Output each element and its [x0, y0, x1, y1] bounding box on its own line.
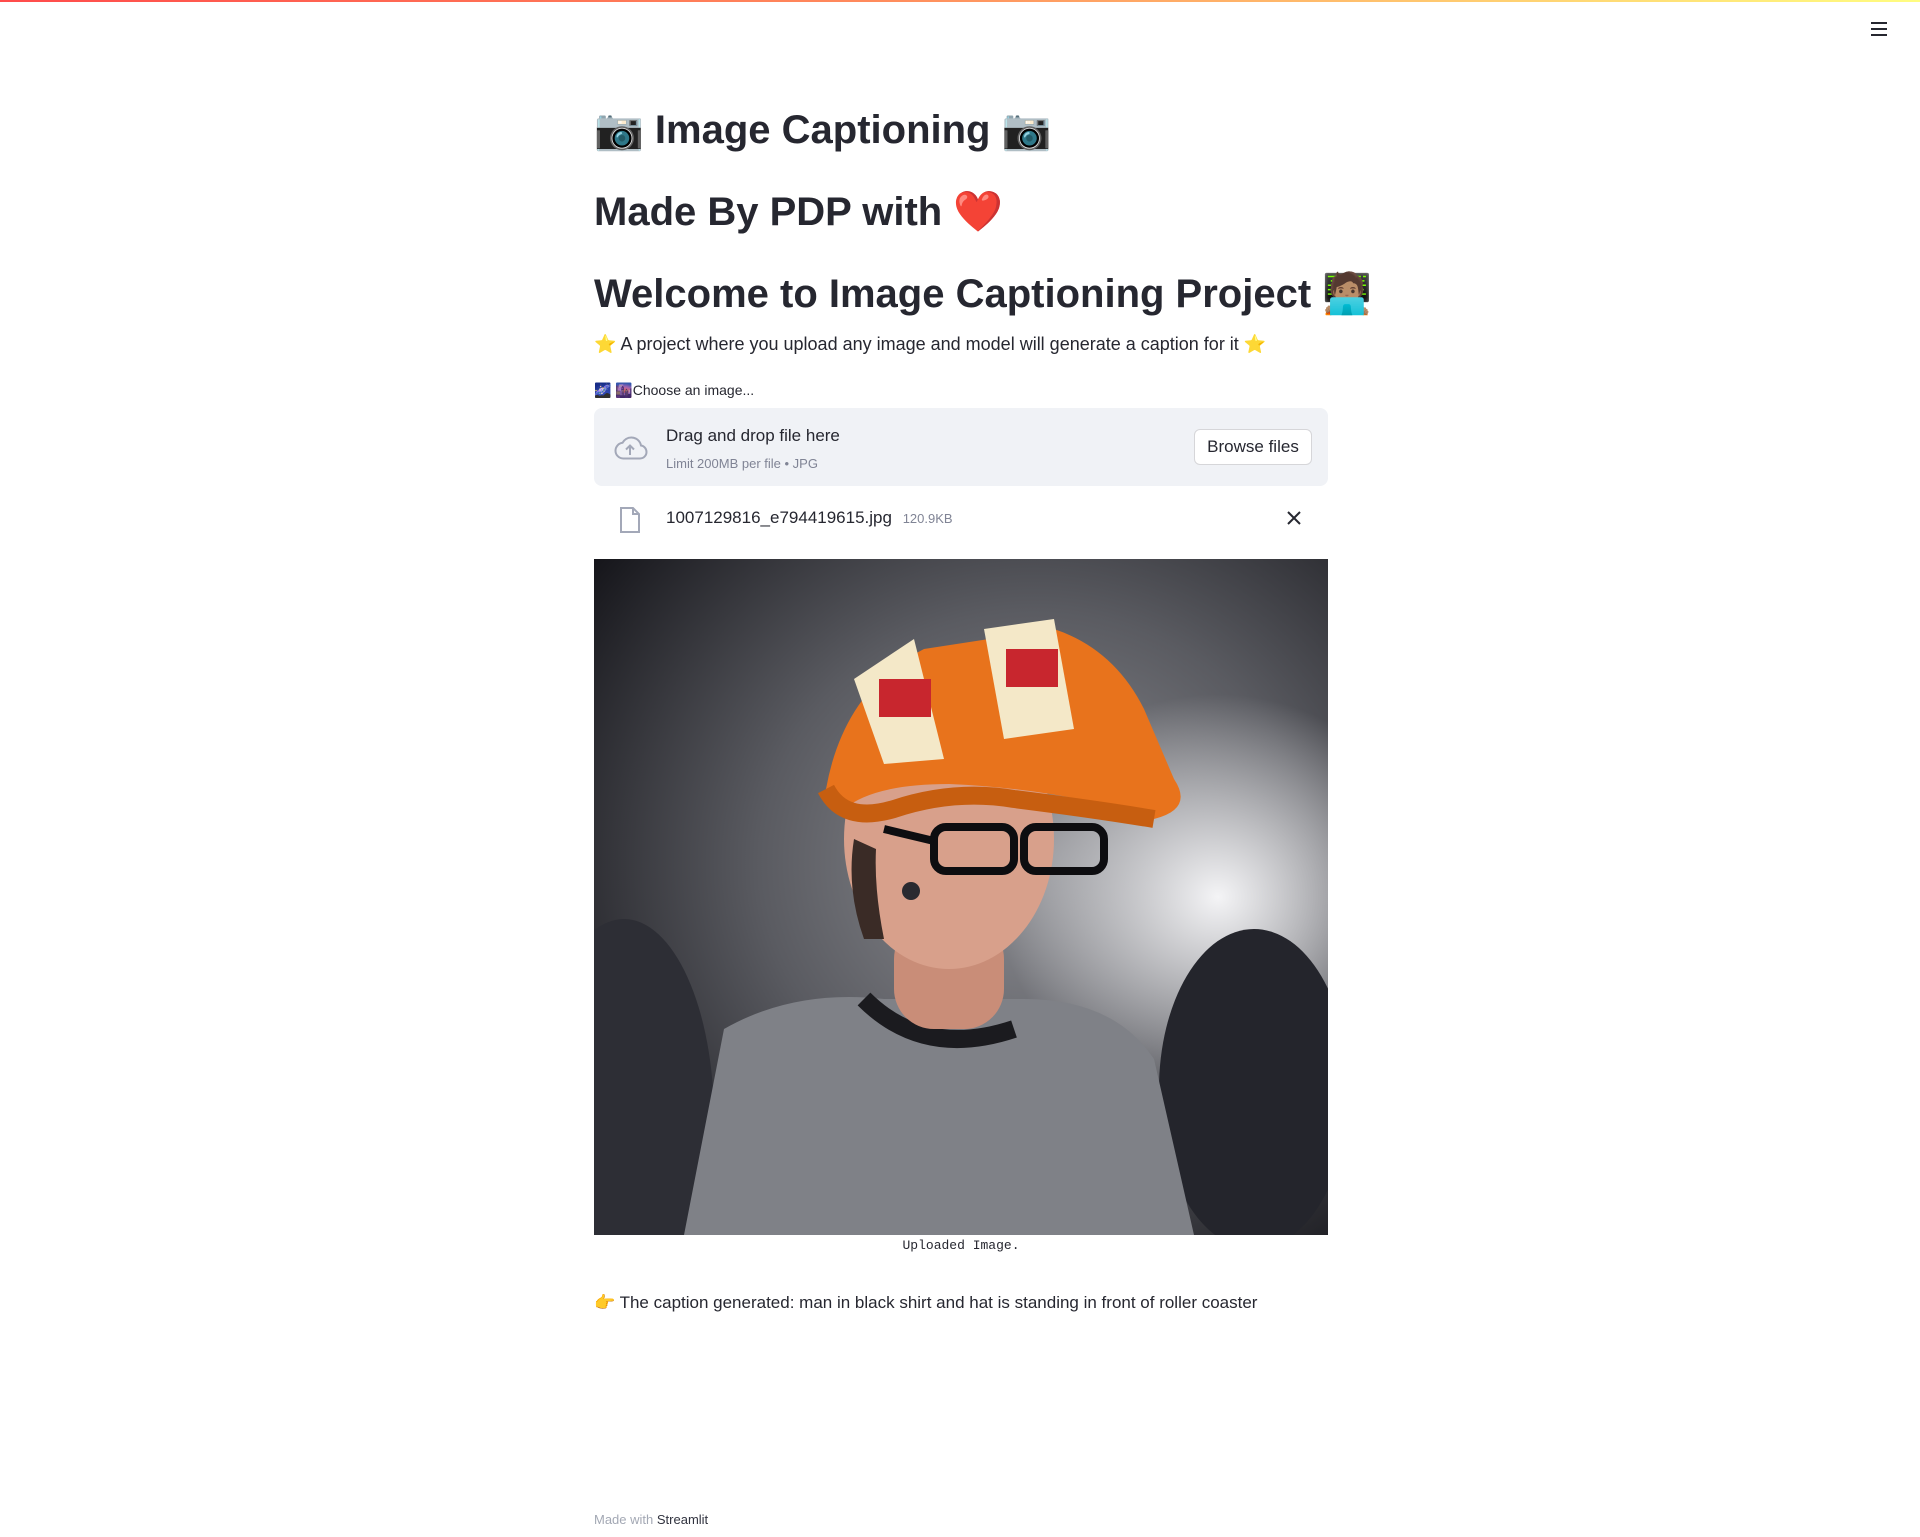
footer: Made with Streamlit [594, 1512, 708, 1527]
caption-result-text: The caption generated: man in black shir… [619, 1293, 1258, 1312]
uploaded-file-name: 1007129816_e794419615.jpg 120.9KB [666, 508, 953, 528]
page-subtitle: Made By PDP with ❤️ [594, 188, 1003, 235]
file-icon [620, 507, 640, 533]
file-dropzone[interactable]: Drag and drop file here Limit 200MB per … [594, 408, 1328, 486]
uploaded-image [594, 559, 1328, 1235]
browse-files-button[interactable]: Browse files [1194, 429, 1312, 465]
welcome-heading: Welcome to Image Captioning Project 🧑🏽‍💻 [594, 272, 1373, 316]
intro-description: A project where you upload any image and… [620, 334, 1239, 354]
uploader-label: 🌌 🌆Choose an image... [594, 382, 755, 398]
hamburger-menu-icon[interactable] [1868, 18, 1890, 40]
streamlit-link[interactable]: Streamlit [657, 1512, 708, 1527]
page-title: 📷 Image Captioning 📷 [594, 108, 1052, 152]
file-size: 120.9KB [902, 511, 953, 526]
image-caption: Uploaded Image. [902, 1238, 1020, 1253]
close-icon[interactable] [1284, 508, 1304, 528]
dropzone-limit: Limit 200MB per file • JPG [666, 456, 818, 471]
pointing-hand-icon: 👉 [594, 1293, 616, 1313]
heart-icon: ❤️ [953, 189, 1004, 235]
uploaded-file-item: 1007129816_e794419615.jpg 120.9KB [594, 500, 1328, 536]
header-decoration-bar [0, 0, 1920, 2]
footer-prefix: Made with [594, 1512, 654, 1527]
file-name-text: 1007129816_e794419615.jpg [666, 508, 892, 527]
intro-text: ⭐ A project where you upload any image a… [594, 334, 1266, 355]
subtitle-text: Made By PDP with [594, 190, 943, 234]
star-icon: ⭐ [594, 334, 617, 354]
dropzone-instructions: Drag and drop file here [666, 426, 840, 445]
star-icon: ⭐ [1243, 334, 1267, 354]
caption-result: 👉 The caption generated: man in black sh… [594, 1293, 1257, 1313]
cloud-upload-icon [614, 436, 648, 460]
